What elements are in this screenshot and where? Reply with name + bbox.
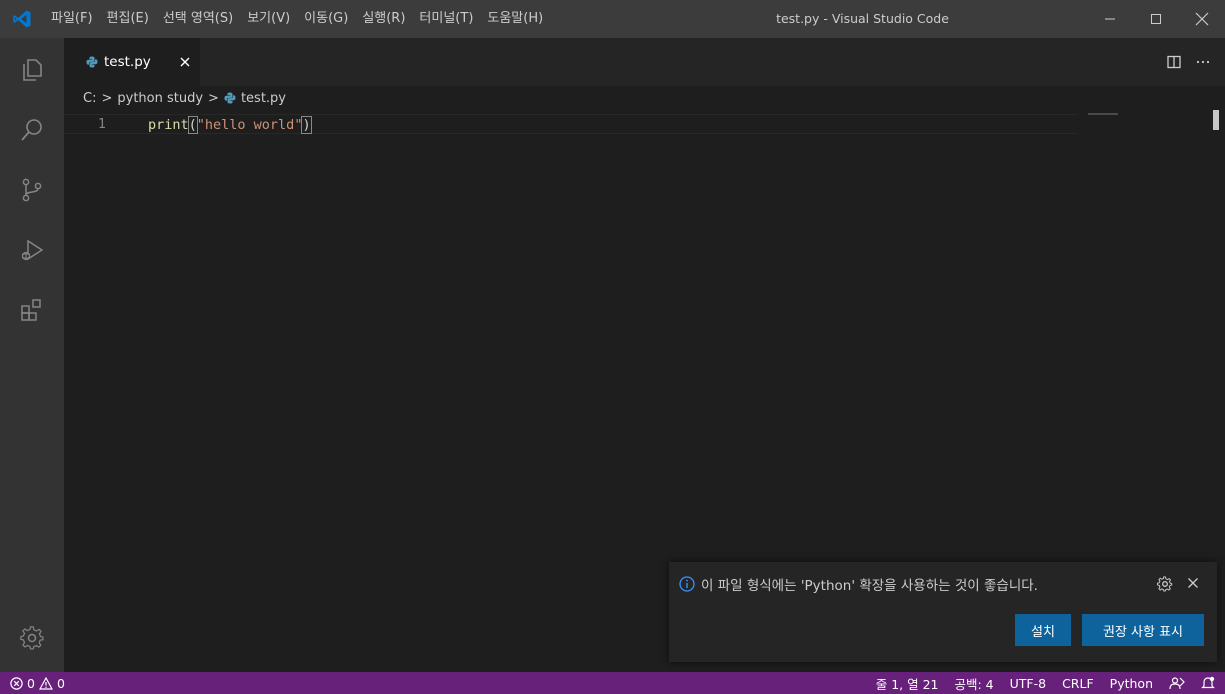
status-bar: 0 0 줄 1, 열 21 공백: 4 UTF-8 CRLF Python	[0, 672, 1225, 694]
notifications-bell-icon[interactable]	[1201, 676, 1215, 690]
python-file-icon	[224, 92, 236, 104]
notification-settings-icon[interactable]	[1157, 576, 1173, 592]
notification-message: 이 파일 형식에는 'Python' 확장을 사용하는 것이 좋습니다.	[701, 578, 1038, 594]
menu-view[interactable]: 보기(V)	[240, 0, 297, 38]
menu-bar: 파일(F) 편집(E) 선택 영역(S) 보기(V) 이동(G) 실행(R) 터…	[44, 0, 550, 38]
maximize-icon	[1151, 14, 1161, 24]
manage-button[interactable]	[0, 610, 64, 666]
extensions-icon	[21, 299, 41, 321]
breadcrumb-file[interactable]: test.py	[241, 91, 286, 106]
extension-recommendation-toast: 이 파일 형식에는 'Python' 확장을 사용하는 것이 좋습니다. 설치 …	[669, 562, 1217, 662]
problems-indicator[interactable]: 0 0	[10, 672, 65, 694]
source-control-button[interactable]	[0, 162, 64, 218]
menu-edit[interactable]: 편집(E)	[100, 0, 156, 38]
run-debug-icon	[21, 239, 44, 261]
code-line[interactable]: print("hello world")	[148, 115, 312, 135]
cursor-position[interactable]: 줄 1, 열 21	[876, 674, 939, 693]
source-control-icon	[22, 178, 42, 202]
breadcrumb-drive[interactable]: C:	[83, 91, 96, 106]
warning-count: 0	[56, 675, 65, 691]
tab-label: test.py	[104, 54, 151, 70]
editor-actions	[1167, 38, 1211, 86]
extensions-button[interactable]	[0, 282, 64, 338]
breadcrumb-separator: >	[208, 90, 219, 106]
function-token: print	[148, 117, 189, 133]
menu-file[interactable]: 파일(F)	[44, 0, 100, 38]
window-controls	[1087, 0, 1225, 38]
paren-close-token: )	[301, 116, 312, 134]
title-bar: 파일(F) 편집(E) 선택 영역(S) 보기(V) 이동(G) 실행(R) 터…	[0, 0, 1225, 38]
close-icon	[1195, 12, 1209, 26]
paren-open-token: (	[187, 116, 198, 134]
explorer-button[interactable]	[0, 42, 64, 98]
close-window-button[interactable]	[1179, 0, 1225, 38]
indentation[interactable]: 공백: 4	[954, 674, 993, 693]
notification-close-icon[interactable]	[1187, 577, 1199, 589]
show-recommendations-button[interactable]: 권장 사항 표시	[1082, 614, 1204, 646]
search-button[interactable]	[0, 102, 64, 158]
window-title: test.py - Visual Studio Code	[776, 11, 949, 26]
run-debug-button[interactable]	[0, 222, 64, 278]
language-mode[interactable]: Python	[1110, 676, 1153, 691]
error-count: 0	[27, 675, 35, 691]
menu-go[interactable]: 이동(G)	[297, 0, 355, 38]
menu-terminal[interactable]: 터미널(T)	[412, 0, 480, 38]
minimize-button[interactable]	[1087, 0, 1133, 38]
error-icon	[10, 676, 23, 690]
breadcrumb-separator: >	[101, 90, 113, 106]
tab-bar: test.py	[64, 38, 1225, 86]
install-button[interactable]: 설치	[1015, 614, 1071, 646]
python-file-icon	[86, 56, 98, 68]
split-editor-icon[interactable]	[1167, 55, 1181, 69]
settings-gear-icon	[20, 626, 44, 650]
status-bar-right: 줄 1, 열 21 공백: 4 UTF-8 CRLF Python	[876, 672, 1215, 694]
encoding[interactable]: UTF-8	[1010, 676, 1046, 691]
more-actions-icon[interactable]	[1195, 55, 1211, 69]
line-number: 1	[98, 117, 106, 132]
tab-test-py[interactable]: test.py	[64, 38, 200, 86]
feedback-icon[interactable]	[1169, 676, 1185, 690]
vscode-logo-icon	[0, 0, 44, 38]
breadcrumb: C: > python study > test.py	[64, 86, 1225, 110]
close-icon	[180, 57, 190, 67]
warning-icon	[38, 676, 53, 690]
end-of-line[interactable]: CRLF	[1062, 676, 1094, 691]
notification-message-row: 이 파일 형식에는 'Python' 확장을 사용하는 것이 좋습니다.	[679, 574, 1038, 594]
string-token: "hello world"	[196, 117, 303, 133]
tab-close-button[interactable]	[178, 55, 192, 69]
activity-bar	[0, 38, 64, 672]
menu-help[interactable]: 도움말(H)	[480, 0, 550, 38]
explorer-icon	[23, 59, 42, 81]
breadcrumb-folder[interactable]: python study	[117, 91, 203, 106]
menu-run[interactable]: 실행(R)	[355, 0, 412, 38]
maximize-button[interactable]	[1133, 0, 1179, 38]
minimap[interactable]	[1088, 113, 1118, 115]
info-icon	[679, 576, 695, 592]
search-icon	[21, 119, 42, 141]
minimize-icon	[1105, 18, 1115, 20]
overview-ruler-cursor	[1213, 110, 1219, 130]
menu-selection[interactable]: 선택 영역(S)	[156, 0, 240, 38]
